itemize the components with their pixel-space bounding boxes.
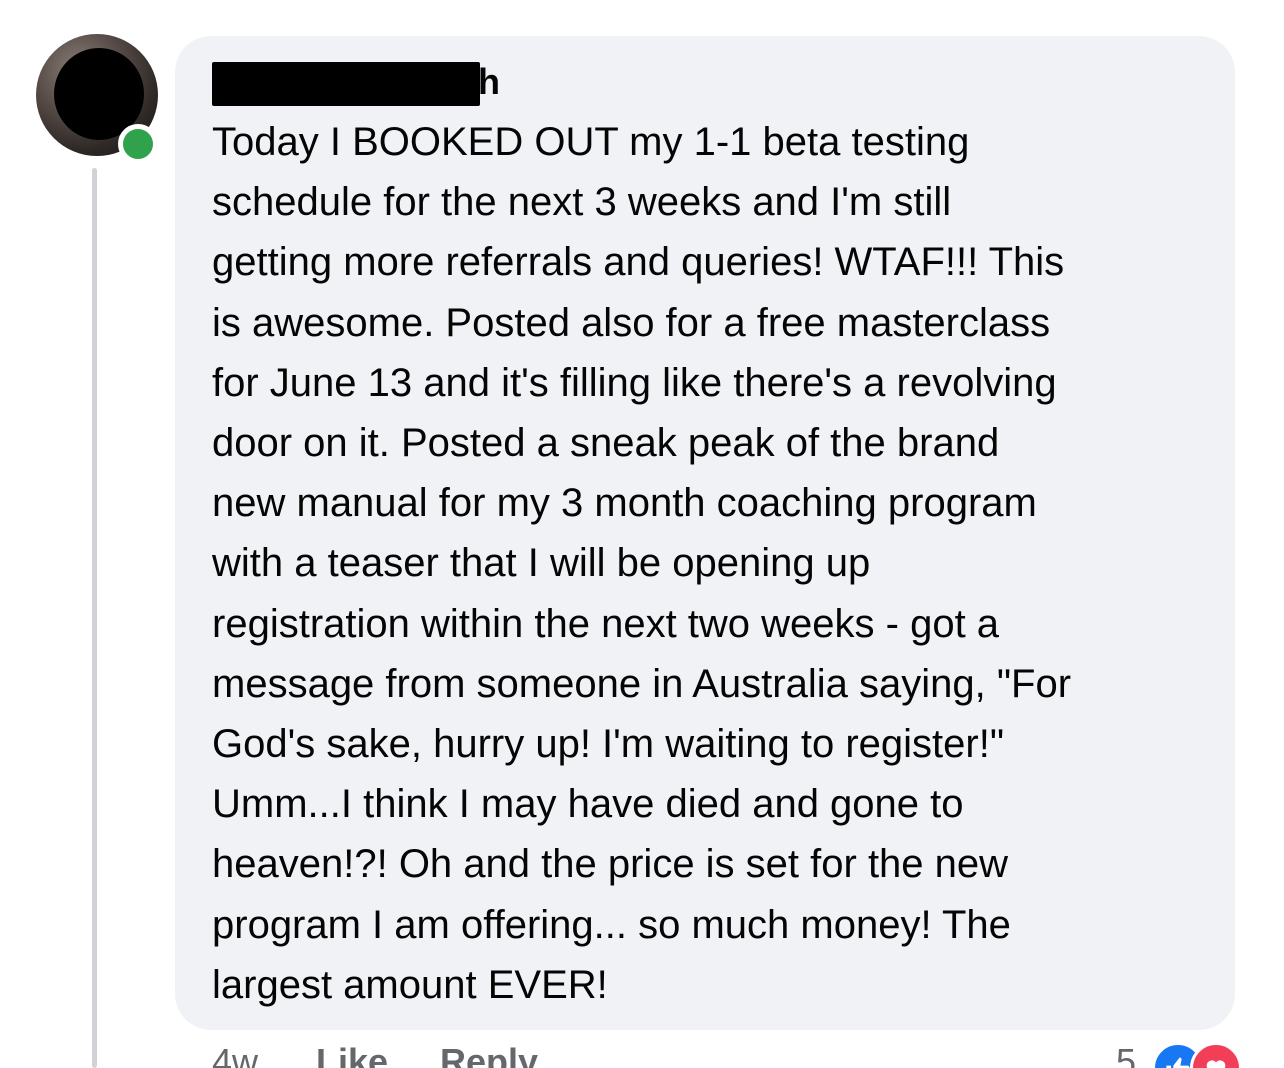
like-button[interactable]: Like xyxy=(316,1040,388,1068)
comment-thread: h Today I BOOKED OUT my 1-1 beta testing… xyxy=(0,0,1284,1068)
online-status-icon xyxy=(118,124,158,164)
heart-icon xyxy=(1190,1042,1242,1068)
reply-thread-line xyxy=(92,168,97,1068)
comment-author[interactable]: h xyxy=(212,58,502,108)
reply-button[interactable]: Reply xyxy=(440,1040,538,1068)
redaction-block xyxy=(212,62,480,106)
comment-text: Today I BOOKED OUT my 1-1 beta testing s… xyxy=(212,120,1072,1007)
comment-timestamp[interactable]: 4w xyxy=(212,1040,258,1068)
author-name-visible-part: h xyxy=(478,61,500,102)
comment-action-bar: 4w Like Reply 5 xyxy=(212,1040,1252,1068)
reaction-count[interactable]: 5 xyxy=(1116,1040,1136,1068)
